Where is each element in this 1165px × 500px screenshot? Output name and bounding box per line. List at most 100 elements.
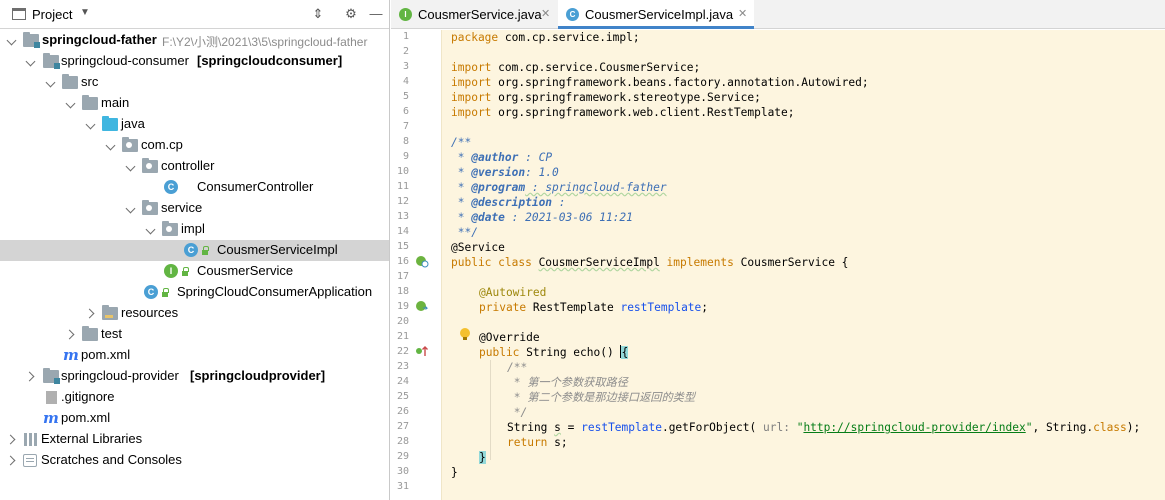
tree-item-java[interactable]: java (0, 114, 389, 135)
code-token: RestTemplate (532, 301, 621, 314)
code-token: @description (471, 196, 553, 209)
interface-icon: I (399, 8, 412, 21)
chevron-right-icon[interactable] (8, 456, 16, 464)
line-number: 30 (396, 466, 409, 477)
code-token: implements (659, 256, 741, 269)
tree-item-label: SpringCloudConsumerApplication (177, 284, 373, 299)
tree-item-main[interactable]: main (0, 93, 389, 114)
tree-item-springcloud-consumer[interactable]: springcloud-consumer [springcloudconsume… (0, 51, 389, 72)
code-line: /** (507, 361, 528, 374)
line-number: 5 (402, 91, 409, 102)
tree-item-label: controller (161, 158, 215, 173)
chevron-right-icon[interactable] (87, 309, 95, 317)
project-view-selector[interactable]: Project (32, 7, 72, 22)
tree-item-path: F:\Y2\小测\2021\3\5\springcloud-father (162, 35, 368, 49)
code-token: * (451, 196, 472, 209)
tree-item-springcloud-father[interactable]: springcloud-father F:\Y2\小测\2021\3\5\spr… (0, 30, 389, 51)
spring-bean-icon[interactable] (415, 254, 429, 268)
chevron-right-icon[interactable] (27, 372, 35, 380)
code-token: org.springframework.web.client.RestTempl… (491, 106, 795, 119)
line-number: 15 (396, 241, 409, 252)
code-line: @Override (479, 331, 540, 344)
close-icon[interactable]: ✕ (738, 7, 747, 20)
tree-item-spring-cloud-consumer-application[interactable]: C SpringCloudConsumerApplication (0, 282, 389, 303)
chevron-down-icon[interactable] (47, 78, 55, 86)
chevron-down-icon[interactable] (27, 57, 35, 65)
chevron-down-icon[interactable] (87, 120, 95, 128)
tree-item-resources[interactable]: resources (0, 303, 389, 324)
url-link[interactable]: http://springcloud-provider/index (803, 421, 1025, 434)
collapse-all-icon[interactable]: ⇕ (309, 5, 327, 23)
tree-item-label: CousmerService (197, 263, 294, 278)
code-line: * @version: 1.0 (451, 165, 559, 180)
tree-item-label: External Libraries (41, 431, 143, 446)
module-folder-icon (23, 32, 40, 48)
code-line: return s; (507, 435, 568, 450)
line-number: 3 (402, 61, 409, 72)
tree-item-impl[interactable]: impl (0, 219, 389, 240)
code-line: * @date : 2021-03-06 11:21 (451, 210, 633, 225)
tab-cousmer-service-impl[interactable]: C CousmerServiceImpl.java ✕ (558, 0, 754, 29)
resources-folder-icon (102, 305, 118, 320)
tree-item-gitignore[interactable]: .gitignore (0, 387, 389, 408)
code-line: } (451, 466, 458, 479)
line-number: 10 (396, 166, 409, 177)
chevron-right-icon[interactable] (8, 435, 16, 443)
tree-item-cousmer-service-impl[interactable]: C CousmerServiceImpl (0, 240, 389, 261)
tree-item-root-pom[interactable]: m pom.xml (0, 408, 389, 429)
code-token: : CP (518, 151, 553, 164)
tree-item-label: src (81, 74, 99, 89)
tree-item-scratches-and-consoles[interactable]: Scratches and Consoles (0, 450, 389, 471)
tree-item-springcloud-provider[interactable]: springcloud-provider [springcloudprovide… (0, 366, 389, 387)
chevron-down-icon[interactable]: ▼ (80, 7, 90, 18)
line-number: 31 (396, 481, 409, 492)
code-line: import com.cp.service.CousmerService; (451, 60, 700, 75)
code-token: ; (701, 301, 709, 314)
code-line: @Service (451, 241, 505, 254)
tree-item-label: springcloud-consumer (61, 53, 189, 68)
line-number: 12 (396, 196, 409, 207)
lightbulb-icon[interactable] (460, 328, 470, 341)
scratches-icon (23, 454, 37, 467)
chevron-down-icon[interactable] (67, 99, 75, 107)
code-area[interactable]: package com.cp.service.impl; import com.… (441, 30, 1165, 500)
implements-method-icon[interactable] (415, 344, 429, 358)
code-token: return (507, 436, 555, 449)
code-token: import (451, 61, 492, 74)
code-line: * 第一个参数获取路径 (507, 376, 628, 389)
tree-item-label: java (121, 116, 145, 131)
chevron-right-icon[interactable] (67, 330, 75, 338)
tree-item-label: pom.xml (81, 347, 131, 362)
tree-item-cousmer-service[interactable]: I CousmerService (0, 261, 389, 282)
tree-item-src[interactable]: src (0, 72, 389, 93)
code-token: import (451, 106, 492, 119)
tree-item-com-cp[interactable]: com.cp (0, 135, 389, 156)
hide-panel-icon[interactable]: — (367, 5, 385, 23)
code-token: CousmerServiceImpl (538, 256, 660, 269)
tree-item-external-libraries[interactable]: External Libraries (0, 429, 389, 450)
package-icon (142, 158, 158, 173)
code-token: @program (471, 181, 526, 194)
module-folder-icon (43, 53, 60, 69)
code-line: import org.springframework.beans.factory… (451, 75, 869, 90)
tree-item-label: pom.xml (61, 410, 111, 425)
chevron-down-icon[interactable] (107, 141, 115, 149)
code-token: @author (471, 151, 519, 164)
tree-item-consumer-pom[interactable]: m pom.xml (0, 345, 389, 366)
tree-item-service[interactable]: service (0, 198, 389, 219)
tree-item-consumer-controller[interactable]: C ConsumerController (0, 177, 389, 198)
code-token: com.cp.service.impl; (498, 31, 640, 44)
code-line: */ (507, 406, 528, 419)
chevron-down-icon[interactable] (8, 36, 16, 44)
class-icon: C (184, 243, 198, 257)
autowired-injection-icon[interactable] (415, 299, 429, 313)
tab-label: CousmerServiceImpl.java (585, 7, 734, 22)
chevron-down-icon[interactable] (147, 225, 155, 233)
chevron-down-icon[interactable] (127, 162, 135, 170)
tab-cousmer-service[interactable]: I CousmerService.java ✕ (391, 0, 556, 29)
chevron-down-icon[interactable] (127, 204, 135, 212)
close-icon[interactable]: ✕ (541, 7, 550, 20)
tree-item-controller[interactable]: controller (0, 156, 389, 177)
tree-item-test[interactable]: test (0, 324, 389, 345)
gear-icon[interactable]: ⚙ (342, 5, 360, 23)
